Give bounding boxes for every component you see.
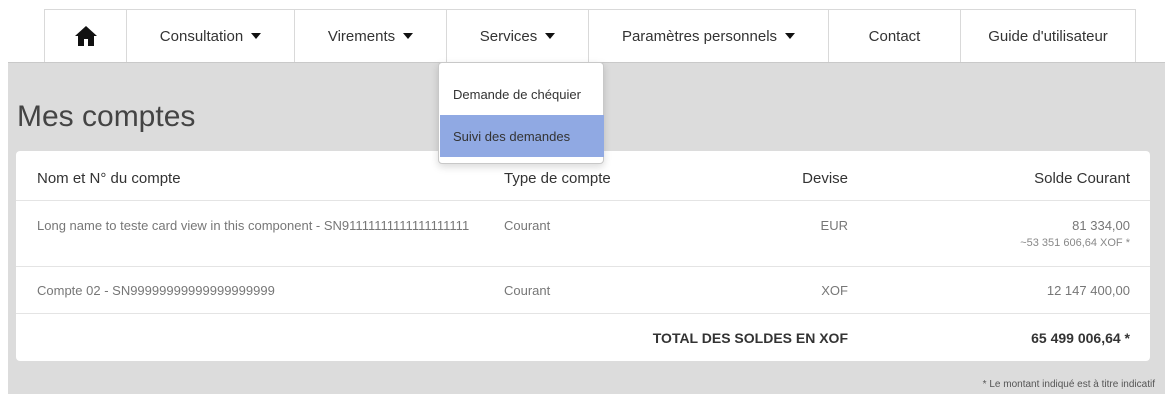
nav-home[interactable] <box>44 9 126 62</box>
total-label: TOTAL DES SOLDES EN XOF <box>652 330 848 346</box>
nav-services-label: Services <box>479 27 538 45</box>
nav-virements[interactable]: Virements <box>294 9 446 62</box>
nav-contact[interactable]: Contact <box>828 9 960 62</box>
caret-down-icon <box>251 33 262 39</box>
nav-contact-label: Contact <box>868 27 921 45</box>
menu-item-suivi-demandes[interactable]: Suivi des demandes <box>440 115 604 157</box>
nav-services[interactable]: Services <box>446 9 588 62</box>
caret-down-icon <box>545 33 556 39</box>
account-type-2: Courant <box>504 283 551 298</box>
header-balance: Solde Courant <box>1034 170 1130 187</box>
page-title: Mes comptes <box>17 100 196 133</box>
header-account-name: Nom et N° du compte <box>37 170 181 187</box>
account-name-1[interactable]: Long name to teste card view in this com… <box>37 218 469 233</box>
account-balance-2: 12 147 400,00 <box>1046 283 1130 298</box>
footnote: * Le montant indiqué est à titre indicat… <box>982 379 1155 390</box>
services-dropdown-menu: Demande de chéquier Suivi des demandes <box>438 62 604 164</box>
caret-down-icon <box>785 33 796 39</box>
nav-parametres-label: Paramètres personnels <box>621 27 778 45</box>
row-divider <box>16 266 1150 267</box>
account-currency-1: EUR <box>820 218 848 233</box>
nav-guide-label: Guide d'utilisateur <box>988 27 1108 45</box>
home-icon <box>74 26 97 46</box>
nav-consultation-label: Consultation <box>159 27 244 45</box>
menu-item-demande-chequier[interactable]: Demande de chéquier <box>440 73 604 115</box>
caret-down-icon <box>403 33 414 39</box>
account-converted-balance-1: ~53 351 606,64 XOF * <box>1020 237 1130 249</box>
account-name-2[interactable]: Compte 02 - SN99999999999999999999 <box>37 283 275 298</box>
header-account-type: Type de compte <box>504 170 611 187</box>
header-currency: Devise <box>802 170 848 187</box>
nav-parametres[interactable]: Paramètres personnels <box>588 9 828 62</box>
account-balance-1: 81 334,00 <box>1072 218 1130 233</box>
top-navbar: Consultation Virements Services Paramètr… <box>8 0 1165 63</box>
nav-guide[interactable]: Guide d'utilisateur <box>960 9 1136 62</box>
row-divider <box>16 200 1150 201</box>
account-currency-2: XOF <box>821 283 848 298</box>
nav-consultation[interactable]: Consultation <box>126 9 294 62</box>
total-value: 65 499 006,64 * <box>1031 330 1130 346</box>
row-divider <box>16 313 1150 314</box>
nav-virements-label: Virements <box>327 27 396 45</box>
account-type-1: Courant <box>504 218 551 233</box>
